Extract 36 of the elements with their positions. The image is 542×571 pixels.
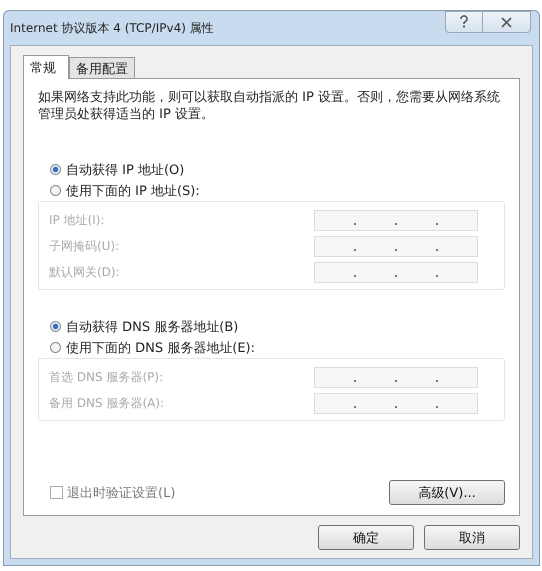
checkbox[interactable] (50, 486, 63, 499)
field-label: 子网掩码(U): (49, 238, 120, 255)
ip-address-field[interactable] (314, 210, 478, 231)
radio-option[interactable]: 自动获得 IP 地址(O) (38, 159, 505, 180)
ip-address-field[interactable] (314, 262, 478, 283)
ip-address-field[interactable] (314, 236, 478, 257)
radio-label: 自动获得 DNS 服务器地址(B) (66, 318, 238, 336)
radio-button[interactable] (50, 342, 61, 353)
ip-address-field[interactable] (314, 367, 478, 388)
tab[interactable]: 备用配置 (69, 57, 135, 78)
window-title: Internet 协议版本 4 (TCP/IPv4) 属性 (10, 20, 214, 36)
question-mark-icon (459, 15, 469, 29)
radio-label: 使用下面的 DNS 服务器地址(E): (66, 340, 255, 356)
ok-button[interactable]: 确定 (318, 525, 414, 550)
advanced-button[interactable]: 高级(V)... (389, 480, 505, 505)
radio-button[interactable] (50, 164, 61, 175)
checkbox-label: 退出时验证设置(L) (67, 484, 176, 502)
close-button[interactable] (483, 11, 531, 33)
help-button[interactable] (445, 11, 483, 33)
radio-label: 自动获得 IP 地址(O) (66, 162, 184, 178)
field-label: 备用 DNS 服务器(A): (49, 395, 164, 412)
radio-button[interactable] (50, 321, 61, 332)
checkbox-option[interactable]: 退出时验证设置(L) (50, 484, 176, 502)
field-label: 默认网关(D): (49, 264, 120, 281)
ip-address-field[interactable] (314, 393, 478, 414)
field-label: 首选 DNS 服务器(P): (49, 369, 164, 386)
tab[interactable]: 常规 (23, 55, 69, 79)
cancel-button[interactable]: 取消 (424, 525, 520, 550)
radio-label: 使用下面的 IP 地址(S): (66, 182, 200, 200)
close-icon (501, 16, 512, 28)
radio-button[interactable] (50, 185, 61, 196)
description-text: 如果网络支持此功能，则可以获取自动指派的 IP 设置。否则，您需要从网络系统管理员处获得适当的 IP 设置。 (38, 89, 501, 123)
radio-option[interactable]: 使用下面的 DNS 服务器地址(E): (38, 337, 505, 358)
field-label: IP 地址(I): (49, 212, 105, 229)
radio-option[interactable]: 自动获得 DNS 服务器地址(B) (38, 316, 505, 337)
radio-option[interactable]: 使用下面的 IP 地址(S): (38, 180, 505, 201)
